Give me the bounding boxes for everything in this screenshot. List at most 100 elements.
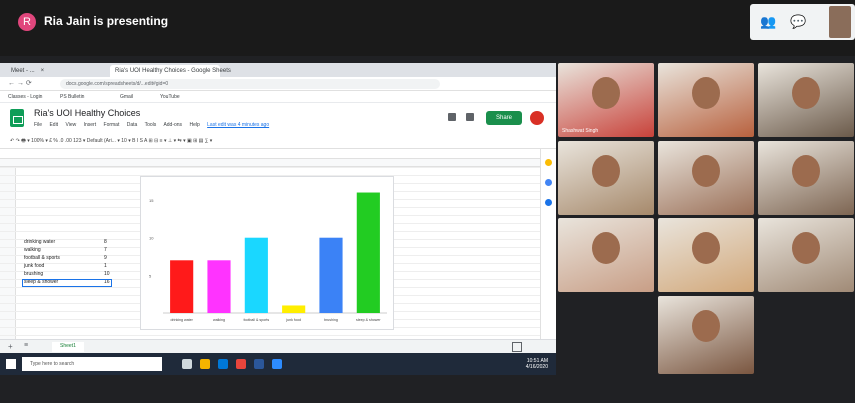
participant-video-face — [792, 77, 820, 109]
participant-tile[interactable]: Shashwat Singh — [558, 63, 654, 137]
chart-bar — [356, 192, 380, 313]
participant-tile[interactable] — [658, 141, 754, 215]
chart-bar — [282, 305, 306, 313]
calendar-icon[interactable] — [545, 199, 552, 206]
x-tick-label: sleep & shower — [356, 318, 381, 322]
task-view-icon[interactable] — [182, 359, 192, 369]
cell-label[interactable]: brushing — [24, 271, 43, 277]
account-avatar[interactable] — [530, 111, 544, 125]
menu-edit[interactable]: Edit — [49, 122, 58, 128]
menu-insert[interactable]: Insert — [84, 122, 97, 128]
bar-chart: 15 10 5 drinking water walking football & spo… — [149, 192, 387, 322]
windows-taskbar: Type here to search 10:51 AM 4/16/2020 — [0, 353, 556, 375]
participant-video-face — [592, 232, 620, 264]
formula-bar[interactable] — [0, 149, 556, 159]
word-icon[interactable] — [254, 359, 264, 369]
participant-tile[interactable] — [558, 141, 654, 215]
cell-value[interactable]: 7 — [104, 247, 107, 253]
url-input[interactable]: docs.google.com/spreadsheets/d/...edit#g… — [60, 79, 440, 89]
menu-format[interactable]: Format — [104, 122, 120, 128]
edge-icon[interactable] — [218, 359, 228, 369]
y-tick-label: 5 — [149, 273, 152, 278]
menu-view[interactable]: View — [65, 122, 76, 128]
all-sheets-icon[interactable]: ≡ — [24, 342, 28, 349]
last-edit-link[interactable]: Last edit was 4 minutes ago — [207, 122, 269, 128]
browser-tab-meet[interactable]: Meet - ... × — [6, 65, 90, 77]
tab-label: Meet - ... — [11, 68, 35, 74]
presentation-bar: R Ria Jain is presenting 👥 💬 — [0, 0, 855, 56]
browser-tab-sheet[interactable]: Ria's UOI Healthy Choices - Google Sheet… — [110, 65, 231, 77]
sheets-header: Ria's UOI Healthy Choices File Edit View… — [0, 103, 556, 135]
chrome-icon[interactable] — [236, 359, 246, 369]
bookmark-item[interactable]: Gmail — [120, 94, 133, 100]
chart-bar — [170, 260, 194, 313]
system-tray-clock[interactable]: 10:51 AM 4/16/2020 — [526, 358, 548, 370]
x-tick-label: brushing — [324, 318, 338, 322]
participant-tile[interactable] — [758, 141, 854, 215]
present-icon[interactable] — [466, 113, 474, 121]
menu-bar: File Edit View Insert Format Data Tools … — [34, 122, 275, 128]
x-tick-label: walking — [213, 318, 225, 322]
participant-tile[interactable] — [658, 63, 754, 137]
add-sheet-icon[interactable]: + — [8, 342, 13, 351]
y-tick-label: 15 — [149, 198, 154, 203]
cell-label[interactable]: football & sports — [24, 255, 60, 261]
participant-tile[interactable] — [658, 218, 754, 292]
menu-file[interactable]: File — [34, 122, 42, 128]
explore-icon[interactable] — [512, 342, 522, 352]
bookmark-item[interactable]: YouTube — [160, 94, 180, 100]
participant-tile[interactable] — [758, 63, 854, 137]
windows-start-icon[interactable] — [6, 359, 16, 369]
sheet-tab-1[interactable]: Sheet1 — [52, 342, 84, 352]
cell-value[interactable]: 1 — [104, 263, 107, 269]
participant-tile[interactable] — [558, 218, 654, 292]
cell-value[interactable]: 10 — [104, 271, 110, 277]
chart-bar — [319, 237, 343, 313]
sheets-toolbar[interactable]: ↶ ↷ 🖶 ▾ 100% ▾ £ % .0 .00 123 ▾ Default … — [0, 135, 556, 149]
presenter-avatar: R — [18, 13, 36, 31]
participant-video-face — [692, 155, 720, 187]
grid-row-line — [0, 167, 540, 168]
participant-video-face — [692, 77, 720, 109]
back-forward-reload-icons[interactable]: ← → ⟳ — [8, 79, 32, 87]
y-tick-label: 10 — [149, 236, 154, 241]
close-icon[interactable]: × — [41, 68, 45, 74]
zoom-icon[interactable] — [272, 359, 282, 369]
tasks-icon[interactable] — [545, 179, 552, 186]
file-explorer-icon[interactable] — [200, 359, 210, 369]
self-view-thumbnail[interactable] — [829, 6, 851, 38]
menu-data[interactable]: Data — [127, 122, 138, 128]
cell-label[interactable]: drinking water — [24, 239, 55, 245]
cell-label[interactable]: junk food — [24, 263, 44, 269]
document-title[interactable]: Ria's UOI Healthy Choices — [34, 108, 140, 118]
cell-value[interactable]: 9 — [104, 255, 107, 261]
participant-tile[interactable] — [658, 296, 754, 374]
people-icon[interactable]: 👥 — [760, 14, 776, 30]
participant-video-face — [592, 155, 620, 187]
meet-bottom-bar — [0, 375, 855, 403]
share-button[interactable]: Share — [486, 111, 522, 125]
embedded-chart[interactable]: 15 10 5 drinking water walking football & spo… — [140, 176, 394, 330]
comments-icon[interactable] — [448, 113, 456, 121]
participant-video-face — [792, 155, 820, 187]
cell-value[interactable]: 8 — [104, 239, 107, 245]
taskbar-search-input[interactable]: Type here to search — [22, 357, 162, 371]
sheets-logo-icon[interactable] — [10, 109, 24, 127]
address-bar-row: ← → ⟳ docs.google.com/spreadsheets/d/...… — [0, 77, 556, 91]
participant-video-face — [692, 232, 720, 264]
x-tick-label: junk food — [285, 318, 301, 322]
presenting-label: Ria Jain is presenting — [44, 14, 169, 28]
participant-tile[interactable] — [758, 218, 854, 292]
bookmark-item[interactable]: Classes - Login — [8, 94, 42, 100]
menu-tools[interactable]: Tools — [145, 122, 157, 128]
keep-icon[interactable] — [545, 159, 552, 166]
chat-icon[interactable]: 💬 — [790, 14, 806, 30]
cell-label[interactable]: walking — [24, 247, 41, 253]
top-controls: 👥 💬 — [750, 4, 855, 40]
bookmark-item[interactable]: PS Bulletin — [60, 94, 84, 100]
menu-addons[interactable]: Add-ons — [163, 122, 182, 128]
x-tick-label: football & sports — [243, 318, 269, 322]
menu-help[interactable]: Help — [189, 122, 199, 128]
selected-cell[interactable] — [22, 279, 112, 287]
grid-row-line — [0, 335, 540, 336]
